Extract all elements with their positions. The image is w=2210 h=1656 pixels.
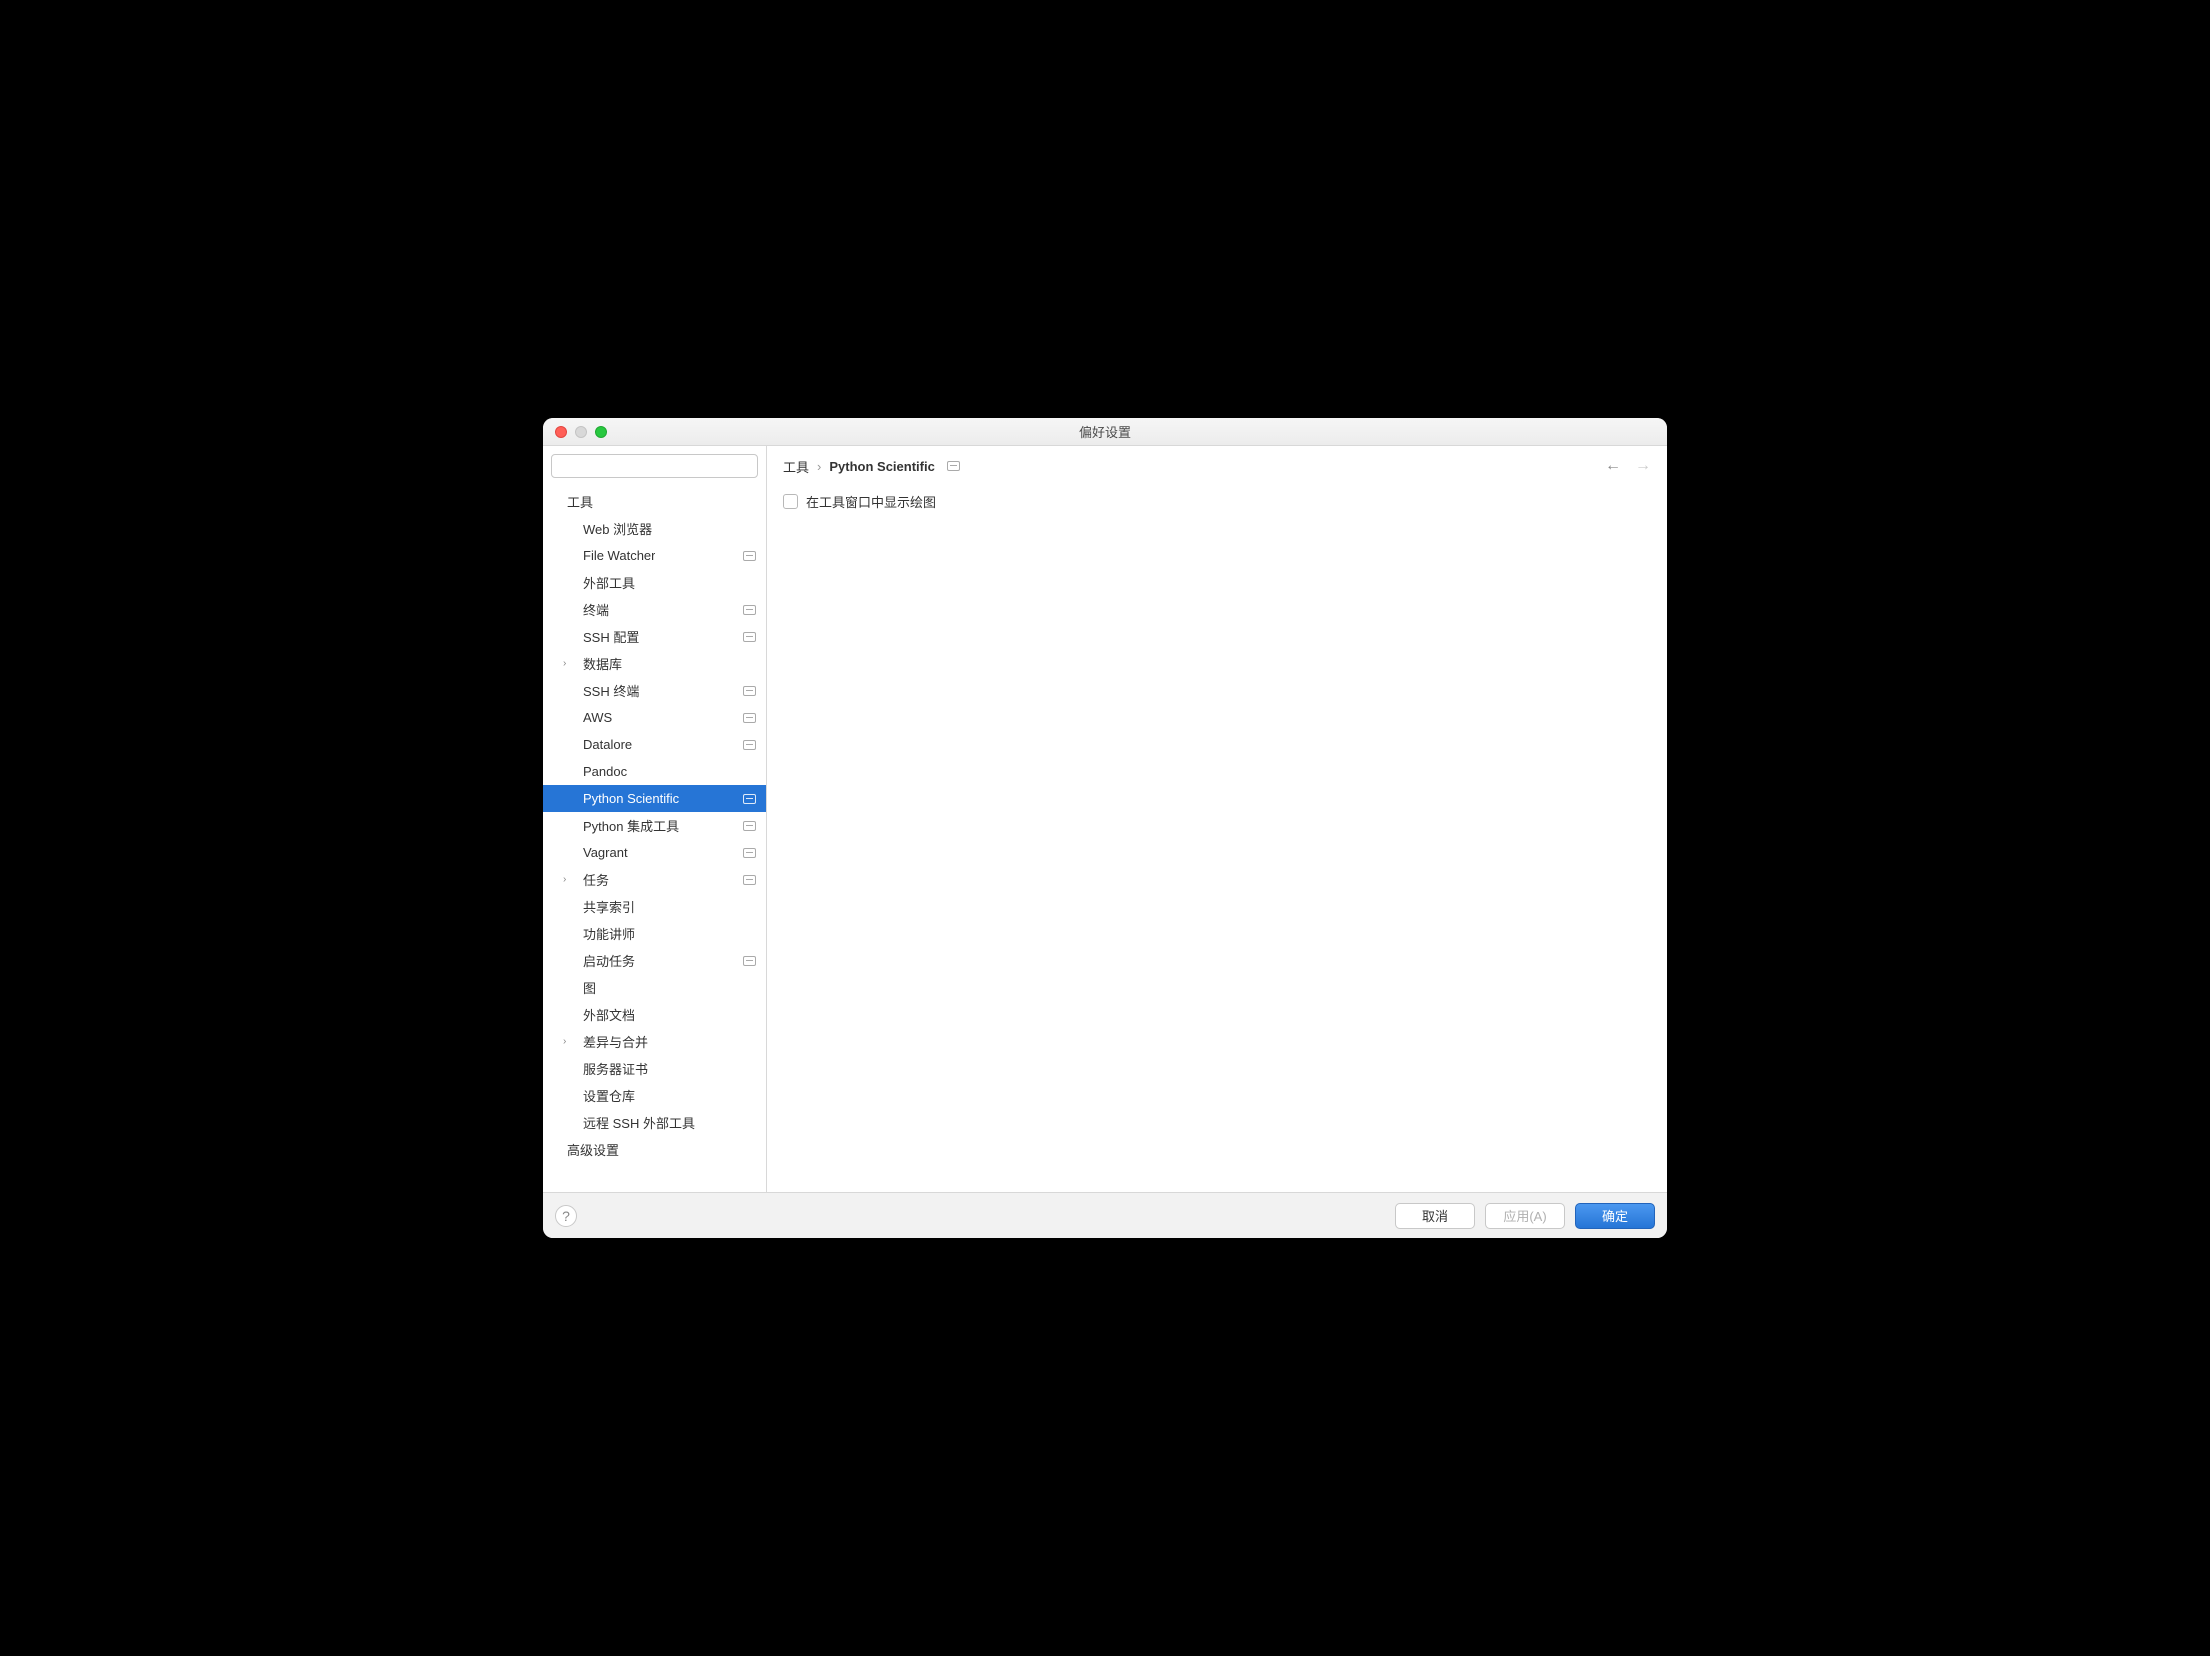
- main-panel: 工具 › Python Scientific ← → 在工具窗口中显示绘图: [767, 446, 1667, 1192]
- close-icon[interactable]: [555, 426, 567, 438]
- project-badge-icon: [947, 461, 960, 471]
- window-controls: [555, 426, 607, 438]
- tree-item-label: Python Scientific: [583, 791, 679, 806]
- tree-item[interactable]: 终端: [543, 596, 766, 623]
- main-header: 工具 › Python Scientific ← →: [767, 446, 1667, 486]
- tree-item[interactable]: SSH 配置: [543, 623, 766, 650]
- tree-item-label: 服务器证书: [583, 1059, 648, 1078]
- chevron-right-icon[interactable]: ›: [563, 874, 573, 885]
- tree-item-label: 任务: [583, 870, 609, 889]
- search-box: [551, 454, 758, 478]
- tree-item[interactable]: Python Scientific: [543, 785, 766, 812]
- project-badge-icon: [743, 632, 756, 642]
- tree-item[interactable]: › 任务: [543, 866, 766, 893]
- project-badge-icon: [743, 821, 756, 831]
- preferences-window: 偏好设置 工具 Web 浏览器 File Watcher 外部工具终端 SSH 配置 › 数…: [543, 418, 1667, 1238]
- forward-button: →: [1635, 457, 1651, 475]
- settings-tree[interactable]: 工具 Web 浏览器 File Watcher 外部工具终端 SSH 配置 › 数据库 SSH…: [543, 486, 766, 1192]
- tree-item[interactable]: Datalore: [543, 731, 766, 758]
- project-badge-icon: [743, 713, 756, 723]
- search-wrap: [543, 446, 766, 486]
- tree-item[interactable]: SSH 终端: [543, 677, 766, 704]
- project-badge-icon: [743, 875, 756, 885]
- tree-item-label: 功能讲师: [583, 924, 635, 943]
- tree-item[interactable]: 功能讲师: [543, 920, 766, 947]
- chevron-right-icon[interactable]: ›: [563, 1036, 573, 1047]
- tree-item-label: 数据库: [583, 654, 622, 673]
- tree-item-label: AWS: [583, 710, 612, 725]
- tree-item[interactable]: 高级设置: [543, 1136, 766, 1163]
- tree-item-label: 图: [583, 978, 596, 997]
- tree-item-label: Python 集成工具: [583, 816, 679, 835]
- ok-label: 确定: [1602, 1206, 1628, 1225]
- tree-item-label: Web 浏览器: [583, 519, 652, 538]
- tree-item[interactable]: AWS: [543, 704, 766, 731]
- search-input[interactable]: [551, 454, 758, 478]
- minimize-icon[interactable]: [575, 426, 587, 438]
- show-plots-label: 在工具窗口中显示绘图: [806, 492, 936, 511]
- window-title: 偏好设置: [1079, 422, 1131, 441]
- tree-item-label: 远程 SSH 外部工具: [583, 1113, 695, 1132]
- tree-item-label: 高级设置: [567, 1140, 619, 1159]
- cancel-label: 取消: [1422, 1206, 1448, 1225]
- help-button[interactable]: ?: [555, 1205, 577, 1227]
- tree-item[interactable]: Pandoc: [543, 758, 766, 785]
- cancel-button[interactable]: 取消: [1395, 1203, 1475, 1229]
- tree-item-label: 外部工具: [583, 573, 635, 592]
- tree-item-label: File Watcher: [583, 548, 655, 563]
- project-badge-icon: [743, 794, 756, 804]
- tree-item[interactable]: 启动任务: [543, 947, 766, 974]
- tree-item-label: Vagrant: [583, 845, 628, 860]
- tree-item-label: 启动任务: [583, 951, 635, 970]
- back-button[interactable]: ←: [1605, 457, 1621, 475]
- tree-item-label: 设置仓库: [583, 1086, 635, 1105]
- tree-item[interactable]: 设置仓库: [543, 1082, 766, 1109]
- project-badge-icon: [743, 848, 756, 858]
- tree-item-label: Datalore: [583, 737, 632, 752]
- ok-button[interactable]: 确定: [1575, 1203, 1655, 1229]
- tree-item-label: Pandoc: [583, 764, 627, 779]
- breadcrumb-current: Python Scientific: [829, 459, 934, 474]
- tree-item[interactable]: › 差异与合并: [543, 1028, 766, 1055]
- project-badge-icon: [743, 551, 756, 561]
- main-content: 在工具窗口中显示绘图: [767, 486, 1667, 1192]
- tree-item-label: 终端: [583, 600, 609, 619]
- tree-item-label: SSH 配置: [583, 627, 639, 646]
- tree-item[interactable]: 服务器证书: [543, 1055, 766, 1082]
- tree-item[interactable]: › 数据库: [543, 650, 766, 677]
- tree-item[interactable]: 工具: [543, 488, 766, 515]
- show-plots-option[interactable]: 在工具窗口中显示绘图: [783, 492, 1651, 511]
- tree-item[interactable]: Web 浏览器: [543, 515, 766, 542]
- tree-item[interactable]: 外部工具: [543, 569, 766, 596]
- tree-item[interactable]: 外部文档: [543, 1001, 766, 1028]
- chevron-right-icon: ›: [817, 459, 821, 474]
- project-badge-icon: [743, 740, 756, 750]
- footer: ? 取消 应用(A) 确定: [543, 1192, 1667, 1238]
- breadcrumb: 工具 › Python Scientific: [783, 457, 960, 476]
- tree-item-label: SSH 终端: [583, 681, 639, 700]
- tree-item[interactable]: 共享索引: [543, 893, 766, 920]
- chevron-right-icon[interactable]: ›: [563, 658, 573, 669]
- apply-label: 应用(A): [1503, 1206, 1546, 1225]
- apply-button: 应用(A): [1485, 1203, 1565, 1229]
- sidebar: 工具 Web 浏览器 File Watcher 外部工具终端 SSH 配置 › 数据库 SSH…: [543, 446, 767, 1192]
- breadcrumb-root[interactable]: 工具: [783, 457, 809, 476]
- project-badge-icon: [743, 686, 756, 696]
- tree-item[interactable]: Python 集成工具: [543, 812, 766, 839]
- tree-item[interactable]: File Watcher: [543, 542, 766, 569]
- tree-item-label: 工具: [567, 492, 593, 511]
- tree-item-label: 共享索引: [583, 897, 635, 916]
- tree-item-label: 差异与合并: [583, 1032, 648, 1051]
- titlebar: 偏好设置: [543, 418, 1667, 446]
- project-badge-icon: [743, 956, 756, 966]
- tree-item-label: 外部文档: [583, 1005, 635, 1024]
- zoom-icon[interactable]: [595, 426, 607, 438]
- project-badge-icon: [743, 605, 756, 615]
- tree-item[interactable]: Vagrant: [543, 839, 766, 866]
- nav-arrows: ← →: [1605, 457, 1651, 475]
- show-plots-checkbox[interactable]: [783, 494, 798, 509]
- window-body: 工具 Web 浏览器 File Watcher 外部工具终端 SSH 配置 › 数据库 SSH…: [543, 446, 1667, 1192]
- tree-item[interactable]: 远程 SSH 外部工具: [543, 1109, 766, 1136]
- tree-item[interactable]: 图: [543, 974, 766, 1001]
